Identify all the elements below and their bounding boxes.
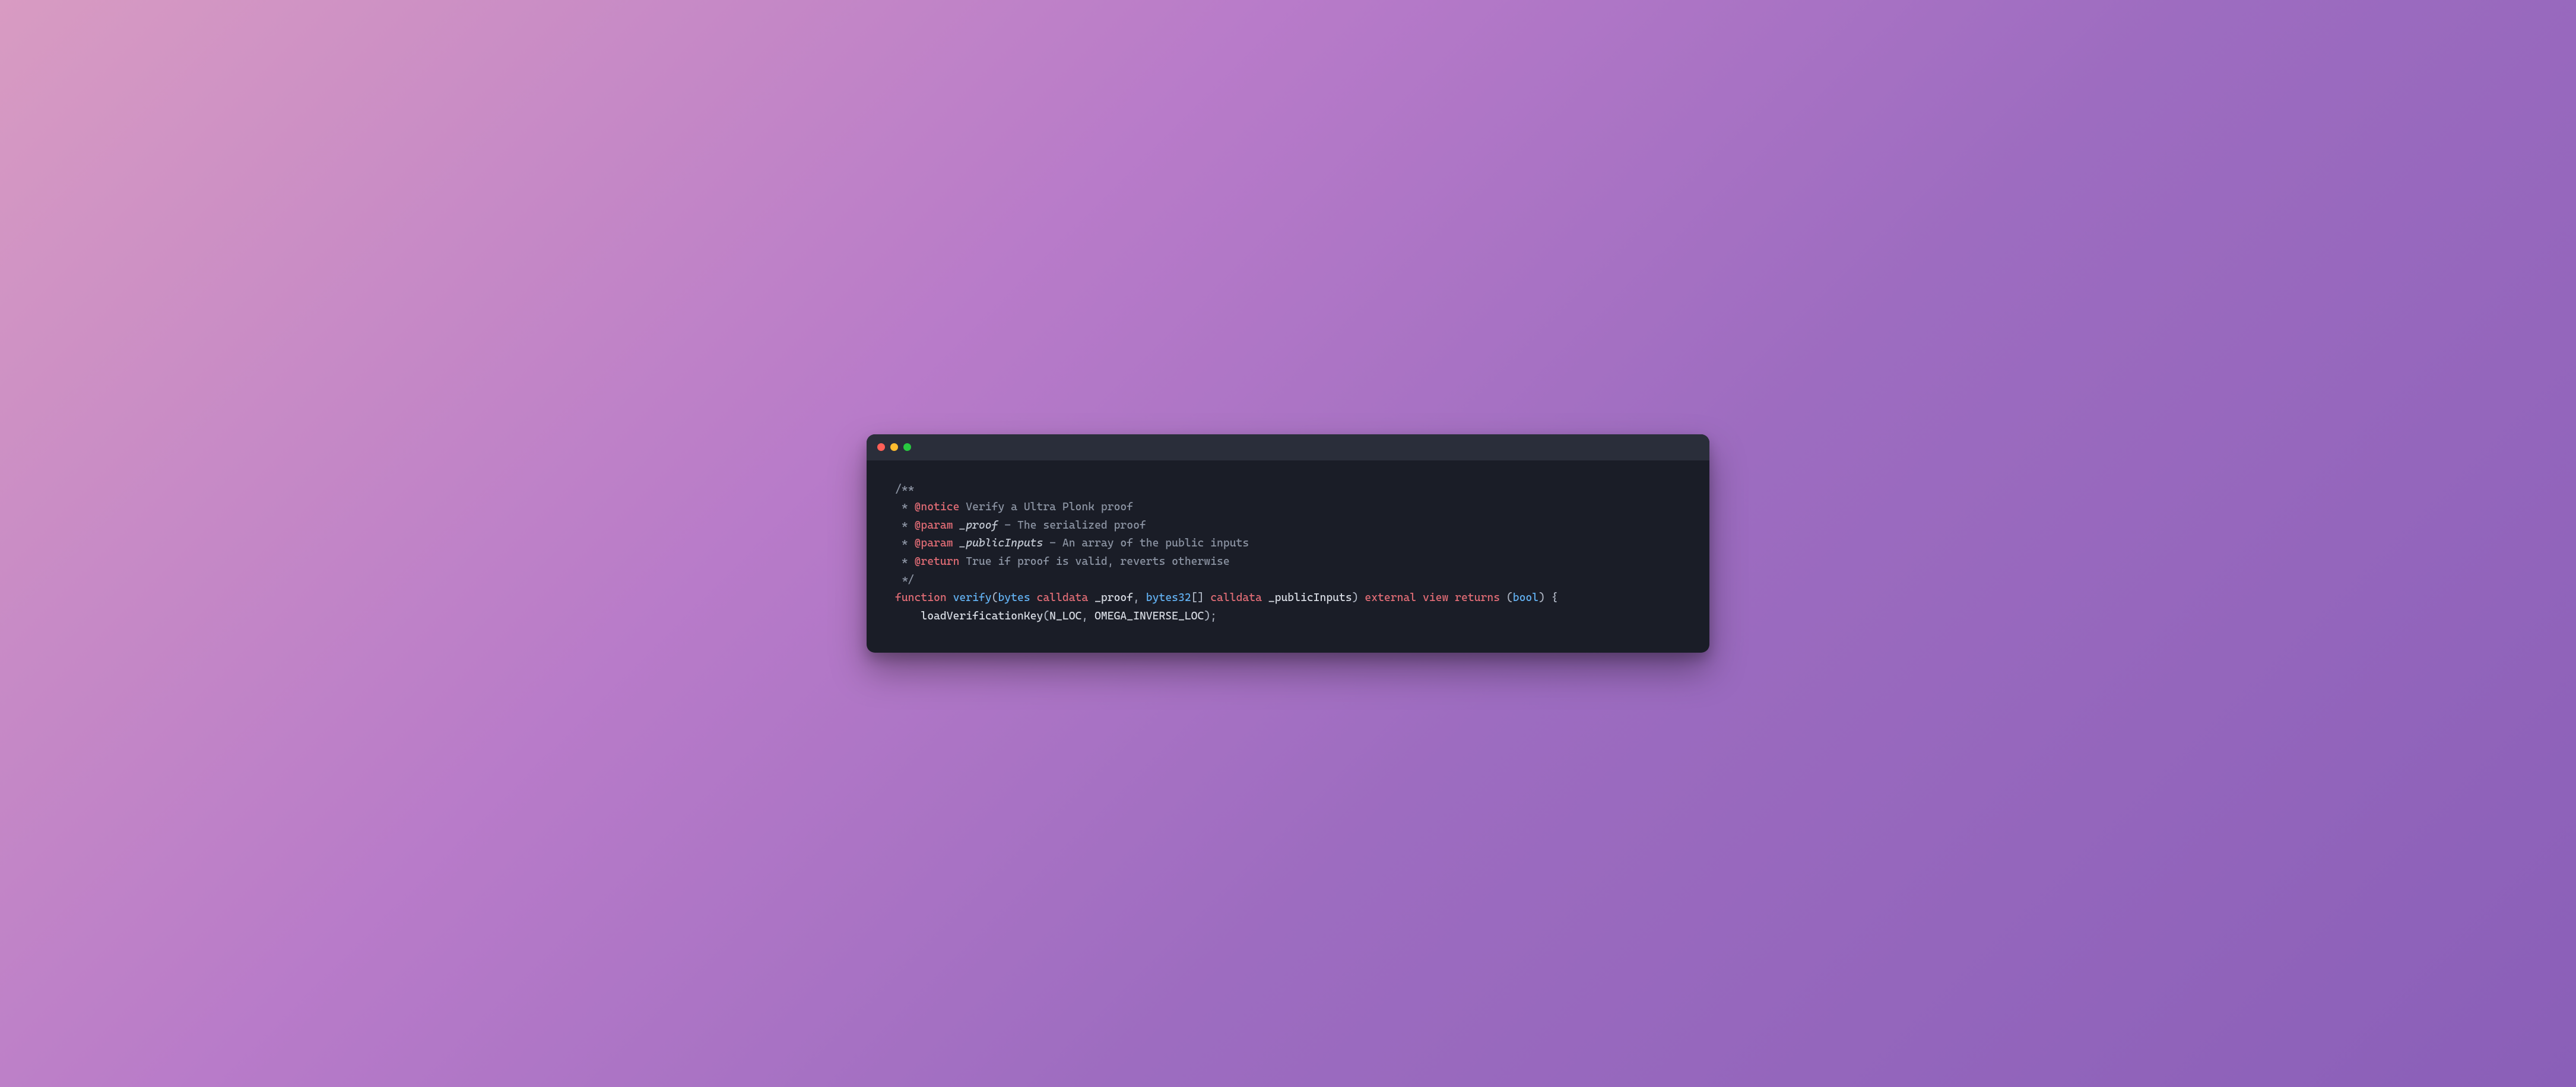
space	[1448, 592, 1455, 604]
punct-comma: ,	[1081, 610, 1095, 622]
minimize-icon[interactable]	[890, 443, 898, 451]
arg-publicinputs: _publicInputs	[1268, 592, 1352, 604]
arg-nloc: N_LOC	[1049, 610, 1081, 622]
keyword-calldata: calldata	[1037, 592, 1089, 604]
function-name: verify	[953, 592, 992, 604]
doc-tag-param: @param	[915, 519, 953, 532]
indent	[895, 610, 921, 622]
type-bool: bool	[1513, 592, 1538, 604]
keyword-returns: returns	[1455, 592, 1500, 604]
punct-lparen: (	[992, 592, 998, 604]
punct-comma: ,	[1133, 592, 1146, 604]
space	[1262, 592, 1268, 604]
doc-text: Verify a Ultra Plonk proof	[959, 501, 1133, 513]
code-block: /** * @notice Verify a Ultra Plonk proof…	[867, 460, 1709, 653]
comment-prefix: *	[895, 537, 915, 549]
code-window: /** * @notice Verify a Ultra Plonk proof…	[867, 434, 1709, 653]
space	[1030, 592, 1037, 604]
doc-text: True if proof is valid, reverts otherwis…	[959, 555, 1229, 568]
arg-omegainverseloc: OMEGA_INVERSE_LOC	[1095, 610, 1204, 622]
comment-open: /**	[895, 483, 915, 495]
call-name: loadVerificationKey	[921, 610, 1043, 622]
punct-rparen: )	[1352, 592, 1365, 604]
keyword-external: external	[1365, 592, 1416, 604]
keyword-view: view	[1423, 592, 1448, 604]
type-bytes32: bytes32	[1146, 592, 1191, 604]
doc-param-name: _proof	[953, 519, 998, 532]
punct: (	[1500, 592, 1513, 604]
arg-proof: _proof	[1095, 592, 1133, 604]
doc-text: - An array of the public inputs	[1043, 537, 1249, 549]
window-titlebar	[867, 434, 1709, 460]
punct-end: );	[1204, 610, 1217, 622]
doc-param-name: _publicInputs	[953, 537, 1043, 549]
comment-close: */	[895, 574, 915, 586]
doc-tag-return: @return	[915, 555, 960, 568]
comment-prefix: *	[895, 519, 915, 532]
keyword-calldata: calldata	[1210, 592, 1262, 604]
space	[1416, 592, 1423, 604]
space	[1204, 592, 1210, 604]
space	[947, 592, 953, 604]
comment-prefix: *	[895, 555, 915, 568]
maximize-icon[interactable]	[903, 443, 911, 451]
doc-tag-notice: @notice	[915, 501, 960, 513]
type-bytes: bytes	[998, 592, 1030, 604]
space	[1088, 592, 1095, 604]
doc-tag-param: @param	[915, 537, 953, 549]
close-icon[interactable]	[877, 443, 885, 451]
doc-text: - The serialized proof	[998, 519, 1146, 532]
comment-prefix: *	[895, 501, 915, 513]
punct-lparen: (	[1043, 610, 1049, 622]
punct-end: ) {	[1538, 592, 1558, 604]
keyword-function: function	[895, 592, 947, 604]
punct-brackets: []	[1191, 592, 1204, 604]
